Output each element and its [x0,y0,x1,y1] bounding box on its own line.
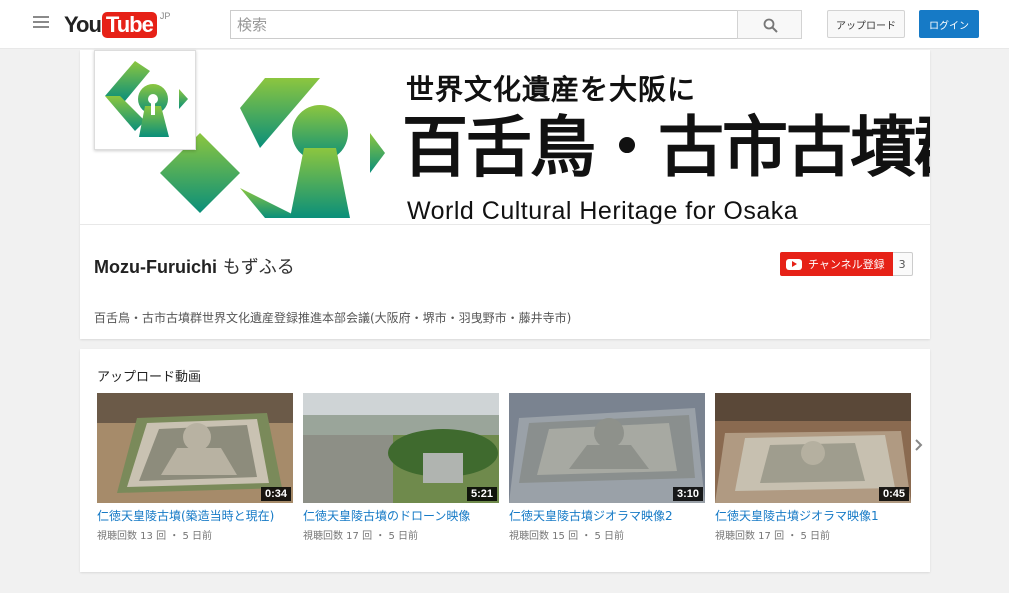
video-title[interactable]: 仁徳天皇陵古墳ジオラマ映像2 [509,507,705,524]
video-item[interactable]: 0:45 仁徳天皇陵古墳ジオラマ映像1 視聴回数 17 回 ・ 5 日前 [715,393,911,542]
channel-description: 百舌鳥・古市古墳群世界文化遺産登録推進本部会議(大阪府・堺市・羽曳野市・藤井寺市… [94,311,572,325]
video-item[interactable]: 3:10 仁徳天皇陵古墳ジオラマ映像2 視聴回数 15 回 ・ 5 日前 [509,393,705,542]
avatar-logo-icon [105,61,188,137]
search-icon [763,18,778,33]
uploads-section: アップロード動画 0:34 仁徳天皇陵古墳(築造当時と現在) 視聴回数 13 回… [80,349,930,572]
video-title[interactable]: 仁徳天皇陵古墳のドローン映像 [303,507,499,524]
hamburger-icon[interactable] [33,16,49,32]
login-button[interactable]: ログイン [919,10,979,38]
channel-banner: 世界文化遺産を大阪に 百舌鳥・古市古墳群 World Cultural Heri… [80,50,930,225]
video-meta: 視聴回数 15 回 ・ 5 日前 [509,531,624,542]
video-duration: 5:21 [466,487,497,501]
channel-header: 世界文化遺産を大阪に 百舌鳥・古市古墳群 World Cultural Heri… [80,50,930,339]
video-meta: 視聴回数 17 回 ・ 5 日前 [715,531,830,542]
video-thumbnail[interactable]: 3:10 [509,393,705,503]
banner-line2: 百舌鳥・古市古墳群 [402,109,930,186]
video-title[interactable]: 仁徳天皇陵古墳(築造当時と現在) [97,507,293,524]
subscribe-button[interactable]: チャンネル登録 3 [780,252,913,276]
logo-you-text: You [64,12,102,37]
banner-line3: World Cultural Heritage for Osaka [407,197,799,225]
video-thumbnail[interactable]: 0:34 [97,393,293,503]
subscriber-count: 3 [892,252,913,276]
channel-name-jp: もずふる [222,257,295,278]
video-title[interactable]: 仁徳天皇陵古墳ジオラマ映像1 [715,507,911,524]
video-duration: 0:45 [878,487,909,501]
uploads-title[interactable]: アップロード動画 [97,366,201,385]
avatar[interactable] [94,50,196,150]
channel-title[interactable]: Mozu-Furuichi もずふる [94,253,295,279]
video-item[interactable]: 0:34 仁徳天皇陵古墳(築造当時と現在) 視聴回数 13 回 ・ 5 日前 [97,393,293,542]
upload-button[interactable]: アップロード [827,10,905,38]
keyhole-logo-graphic [160,78,385,218]
banner-line1: 世界文化遺産を大阪に [406,73,697,106]
subscribe-label: チャンネル登録 [808,258,885,271]
search-bar [230,10,802,39]
youtube-play-icon [786,258,802,270]
channel-name-en: Mozu-Furuichi [94,257,217,277]
video-thumbnail[interactable]: 0:45 [715,393,911,503]
subscribe-main[interactable]: チャンネル登録 [780,252,893,276]
video-duration: 3:10 [672,487,703,501]
search-input[interactable] [230,10,737,39]
chevron-right-icon[interactable] [913,437,925,453]
video-item[interactable]: 5:21 仁徳天皇陵古墳のドローン映像 視聴回数 17 回 ・ 5 日前 [303,393,499,542]
masthead: You Tube JP アップロード ログイン [0,0,1009,49]
video-thumbnail[interactable]: 5:21 [303,393,499,503]
video-meta: 視聴回数 17 回 ・ 5 日前 [303,531,418,542]
video-duration: 0:34 [260,487,291,501]
logo-region: JP [159,11,171,21]
search-button[interactable] [737,10,802,39]
youtube-logo[interactable]: You Tube JP [64,11,171,38]
video-meta: 視聴回数 13 回 ・ 5 日前 [97,531,212,542]
logo-tube-text: Tube [101,12,157,38]
